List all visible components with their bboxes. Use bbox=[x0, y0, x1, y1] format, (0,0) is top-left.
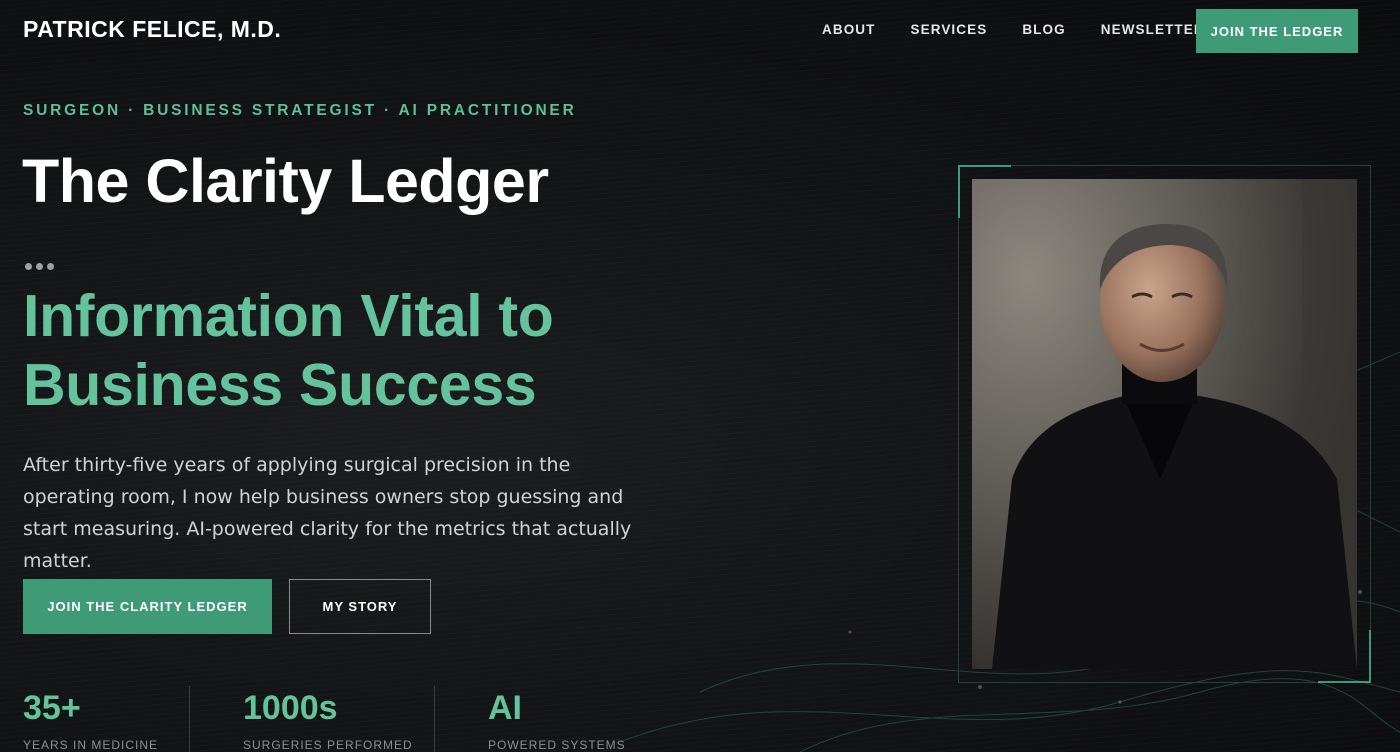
hero-eyebrow: SURGEON · BUSINESS STRATEGIST · AI PRACT… bbox=[23, 102, 577, 119]
join-ledger-button[interactable]: JOIN THE LEDGER bbox=[1196, 9, 1358, 53]
stat-ai: AI POWERED SYSTEMS bbox=[488, 688, 626, 752]
headline-line-1: Information Vital to bbox=[23, 283, 554, 349]
stat-divider bbox=[189, 686, 190, 752]
stat-value: 1000s bbox=[243, 689, 338, 727]
nav-newsletter[interactable]: NEWSLETTER bbox=[1101, 22, 1205, 37]
headline-line-2: Business Success bbox=[23, 352, 537, 418]
hero-headline: Information Vital to Business Success bbox=[23, 282, 554, 420]
hero-lead-paragraph: After thirty-five years of applying surg… bbox=[23, 454, 632, 572]
main-nav: ABOUT SERVICES BLOG NEWSLETTER bbox=[822, 22, 1205, 37]
stat-surgeries: 1000s SURGERIES PERFORMED bbox=[243, 688, 413, 752]
join-clarity-ledger-button[interactable]: JOIN THE CLARITY LEDGER bbox=[23, 579, 272, 634]
stat-value: AI bbox=[488, 689, 522, 727]
stat-years: 35+ YEARS IN MEDICINE bbox=[23, 688, 158, 752]
my-story-button[interactable]: MY STORY bbox=[289, 579, 431, 634]
nav-about[interactable]: ABOUT bbox=[822, 22, 876, 37]
stat-value: 35+ bbox=[23, 689, 81, 727]
stat-divider bbox=[434, 686, 435, 752]
nav-services[interactable]: SERVICES bbox=[911, 22, 988, 37]
stat-label: SURGERIES PERFORMED bbox=[243, 738, 413, 752]
stat-label: YEARS IN MEDICINE bbox=[23, 738, 159, 752]
ellipsis-dots-icon bbox=[25, 263, 54, 270]
portrait-photo bbox=[972, 179, 1357, 669]
stat-label: POWERED SYSTEMS bbox=[488, 738, 626, 752]
nav-blog[interactable]: BLOG bbox=[1022, 22, 1065, 37]
page-title: The Clarity Ledger bbox=[22, 147, 549, 215]
brand-logo-text[interactable]: PATRICK FELICE, M.D. bbox=[23, 16, 281, 43]
